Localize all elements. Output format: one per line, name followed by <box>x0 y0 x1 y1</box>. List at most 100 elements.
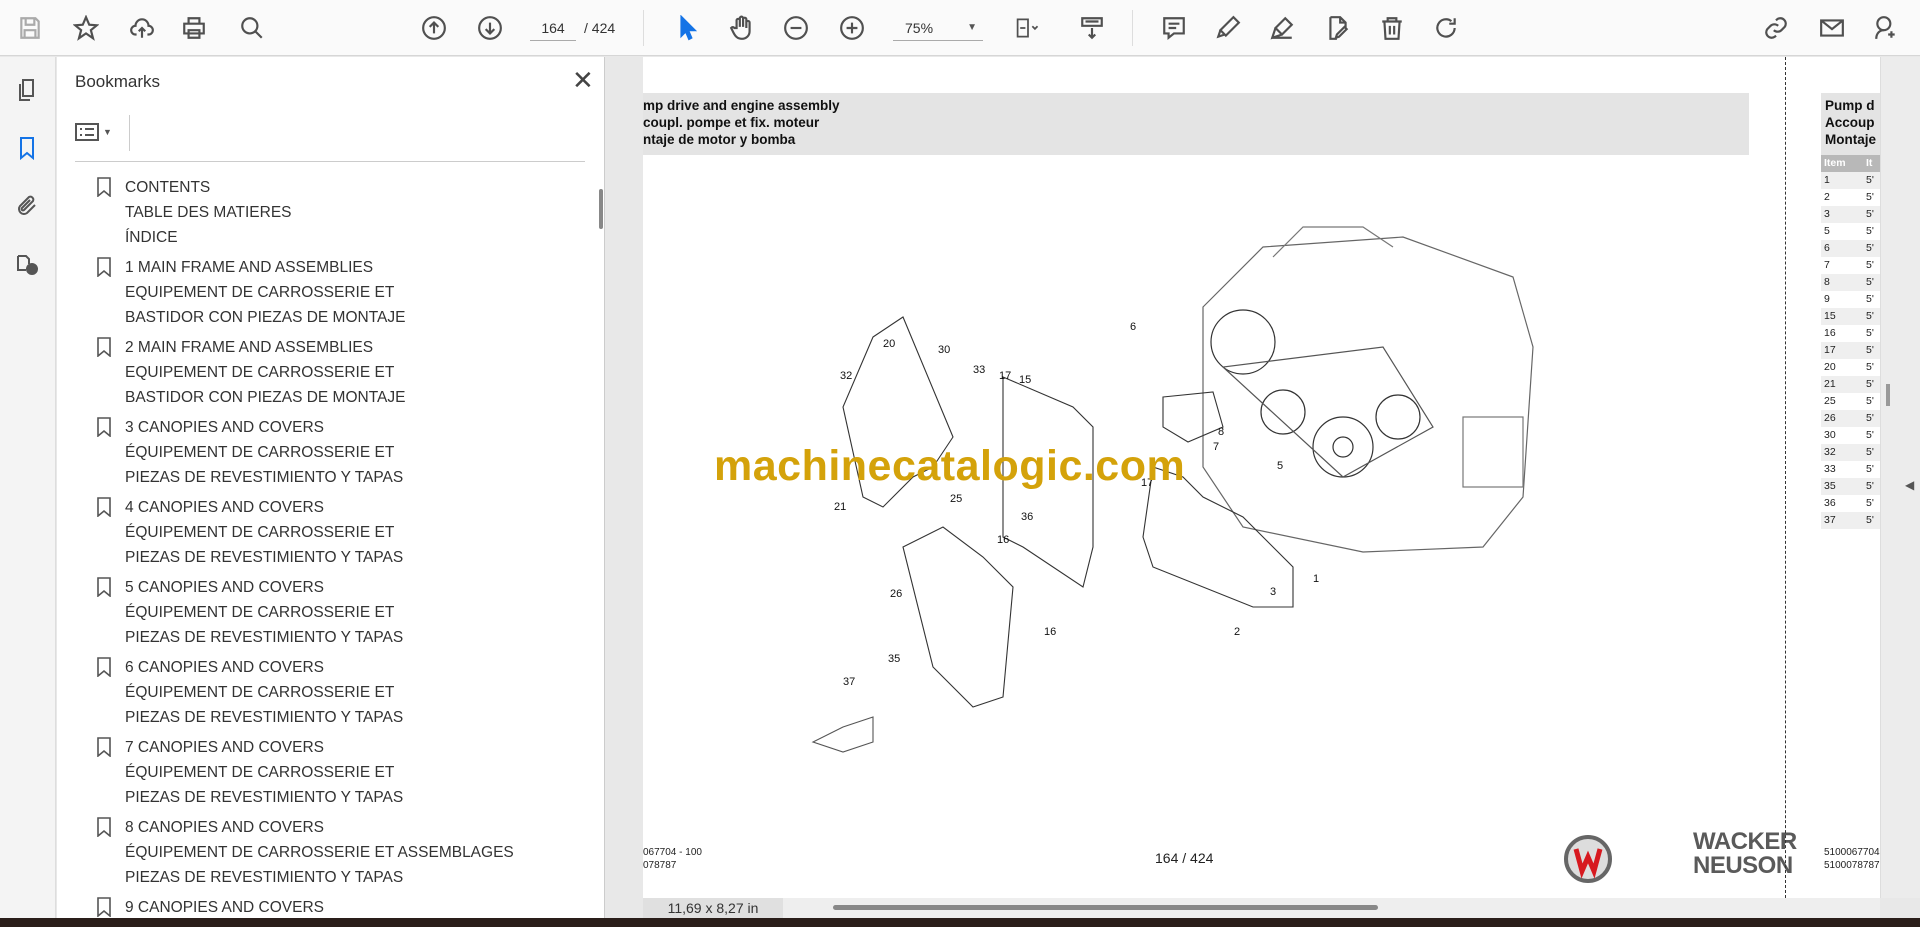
bookmark-scrollbar[interactable] <box>599 189 603 229</box>
next-page-preview: Pump d Accoup Montaje Item It 1 5' 2 5' 3 5' 5 5… <box>1821 93 1880 529</box>
scroll-mode-icon[interactable] <box>1076 12 1108 44</box>
item-number: 5 <box>1824 225 1830 237</box>
callout-number: 15 <box>1019 374 1031 386</box>
bookmark-panel-icon[interactable] <box>12 133 42 163</box>
sign-icon[interactable] <box>1266 12 1298 44</box>
table-row: 1 5' <box>1821 172 1880 189</box>
header-line: coupl. pompe et fix. moteur <box>643 115 820 130</box>
table-row: 16 5' <box>1821 325 1880 342</box>
table-row: 20 5' <box>1821 359 1880 376</box>
callout-number: 26 <box>890 588 902 600</box>
exploded-parts-drawing: 20 3033 17 156328717521253616132616 23537 <box>811 226 1534 753</box>
bookmark-icon <box>97 257 111 277</box>
callout-number: 8 <box>1218 426 1224 438</box>
header-line: Accoup <box>1825 115 1875 130</box>
item-number: 26 <box>1824 412 1836 424</box>
callout-labels: 20 3033 17 156328717521253616132616 23537 <box>834 321 1319 688</box>
item-code: 5' <box>1866 361 1874 373</box>
bookmark-item[interactable]: 9 CANOPIES AND COVERS <box>57 895 587 920</box>
logo-text-line: NEUSON <box>1693 852 1793 879</box>
horizontal-scrollbar[interactable] <box>833 905 1378 910</box>
bookmark-label: 5 CANOPIES AND COVERS <box>125 579 324 596</box>
footer-left: 067704 - 100 078787 <box>643 846 702 872</box>
comment-icon[interactable] <box>1158 12 1190 44</box>
zoom-select[interactable]: 75% ▼ <box>893 15 983 41</box>
bookmark-label: 1 MAIN FRAME AND ASSEMBLIES <box>125 259 374 276</box>
vertical-scrollbar[interactable] <box>1886 384 1890 406</box>
bookmark-label: PIEZAS DE REVESTIMIENTO Y TAPAS <box>125 549 404 566</box>
callout-number: 5 <box>1277 460 1283 472</box>
bookmark-icon <box>97 177 111 197</box>
select-cursor-icon[interactable] <box>672 12 704 44</box>
bookmark-label: PIEZAS DE REVESTIMIENTO Y TAPAS <box>125 469 404 486</box>
bookmark-item[interactable]: CONTENTS TABLE DES MATIERES ÍNDICE <box>57 175 587 255</box>
item-number: 3 <box>1824 208 1830 220</box>
bookmark-item[interactable]: 4 CANOPIES AND COVERS ÉQUIPEMENT DE CARRO… <box>57 495 587 575</box>
share-link-icon[interactable] <box>1760 12 1792 44</box>
previous-page-icon[interactable] <box>418 12 450 44</box>
bookmark-label: EQUIPEMENT DE CARROSSERIE ET <box>125 284 395 301</box>
logo-text-line: WACKER <box>1693 828 1797 855</box>
bookmark-item[interactable]: 3 CANOPIES AND COVERS ÉQUIPEMENT DE CARRO… <box>57 415 587 495</box>
page-thumbnails-icon[interactable] <box>12 75 42 105</box>
table-row: 25 5' <box>1821 393 1880 410</box>
page-total: / 424 <box>584 20 616 36</box>
add-user-icon[interactable] <box>1870 12 1902 44</box>
bookmark-label: CONTENTS <box>125 179 211 196</box>
close-icon[interactable]: ✕ <box>572 65 594 96</box>
zoom-out-icon[interactable] <box>780 12 812 44</box>
taskbar <box>0 918 1920 927</box>
chevron-down-icon: ▼ <box>967 22 977 33</box>
divider <box>1132 10 1133 46</box>
bookmark-icon <box>97 737 111 757</box>
item-code: 5' <box>1866 208 1874 220</box>
highlight-pen-icon[interactable] <box>1212 12 1244 44</box>
bookmark-item[interactable]: 6 CANOPIES AND COVERS ÉQUIPEMENT DE CARRO… <box>57 655 587 735</box>
trash-icon[interactable] <box>1376 12 1408 44</box>
print-icon[interactable] <box>178 12 210 44</box>
item-code: 5' <box>1866 412 1874 424</box>
bookmark-label: 9 CANOPIES AND COVERS <box>125 899 324 916</box>
bookmark-options-button[interactable]: ▼ <box>75 117 119 147</box>
document-properties-icon[interactable] <box>12 249 42 279</box>
bookmark-item[interactable]: 1 MAIN FRAME AND ASSEMBLIES EQUIPEMENT DE… <box>57 255 587 335</box>
zoom-in-icon[interactable] <box>836 12 868 44</box>
callout-number: 16 <box>997 534 1009 546</box>
hand-tool-icon[interactable] <box>726 12 758 44</box>
email-icon[interactable] <box>1816 12 1848 44</box>
star-icon[interactable] <box>70 12 102 44</box>
callout-number: 25 <box>950 493 962 505</box>
bookmark-item[interactable]: 2 MAIN FRAME AND ASSEMBLIES EQUIPEMENT DE… <box>57 335 587 415</box>
table-row: 26 5' <box>1821 410 1880 427</box>
page-number-input[interactable]: 164 <box>530 15 576 41</box>
table-row: 9 5' <box>1821 291 1880 308</box>
item-number: 36 <box>1824 497 1836 509</box>
callout-number: 20 <box>883 338 895 350</box>
item-number: 32 <box>1824 446 1836 458</box>
toolbar: 164 / 424 75% ▼ <box>0 0 1920 56</box>
edit-document-icon[interactable] <box>1322 12 1354 44</box>
column-header: Item <box>1824 157 1846 169</box>
bookmark-item[interactable]: 5 CANOPIES AND COVERS ÉQUIPEMENT DE CARRO… <box>57 575 587 655</box>
attachment-icon[interactable] <box>12 191 42 221</box>
header-line: Pump d <box>1825 98 1875 113</box>
item-number: 1 <box>1824 174 1830 186</box>
bookmark-item[interactable]: 7 CANOPIES AND COVERS ÉQUIPEMENT DE CARRO… <box>57 735 587 815</box>
save-icon[interactable] <box>14 12 46 44</box>
item-code: 5' <box>1866 378 1874 390</box>
expand-right-panel-icon[interactable]: ◀ <box>1905 478 1914 492</box>
next-page-icon[interactable] <box>474 12 506 44</box>
callout-number: 21 <box>834 501 846 513</box>
bookmark-label: ÉQUIPEMENT DE CARROSSERIE ET <box>125 684 395 701</box>
bookmark-label: TABLE DES MATIERES <box>125 204 292 221</box>
item-number: 6 <box>1824 242 1830 254</box>
rotate-icon[interactable] <box>1430 12 1462 44</box>
zoom-search-icon[interactable] <box>236 12 268 44</box>
item-code: 5' <box>1866 429 1874 441</box>
upload-cloud-icon[interactable] <box>126 12 158 44</box>
page-fit-icon[interactable] <box>1006 12 1050 44</box>
bookmark-item[interactable]: 8 CANOPIES AND COVERS ÉQUIPEMENT DE CARRO… <box>57 815 587 895</box>
item-code: 5' <box>1866 191 1874 203</box>
next-page-footer: 5100067704 5100078787 <box>1824 846 1880 872</box>
item-code: 5' <box>1866 327 1874 339</box>
